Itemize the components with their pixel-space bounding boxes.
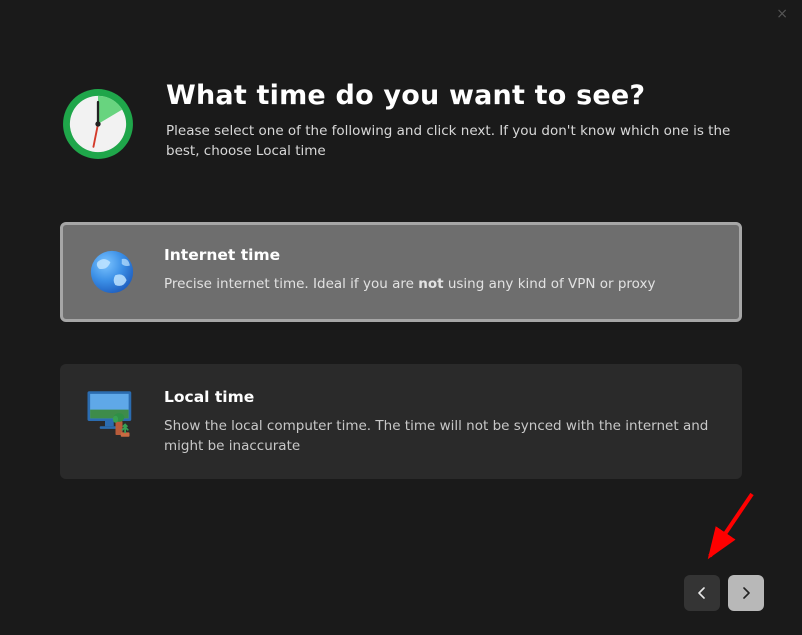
close-button[interactable]: × [776, 6, 788, 22]
wizard-page: What time do you want to see? Please sel… [0, 0, 802, 479]
option-internet-desc: Precise internet time. Ideal if you are … [164, 274, 718, 294]
nav-buttons [684, 575, 764, 611]
option-local-title: Local time [164, 388, 718, 406]
option-local-time[interactable]: Local time Show the local computer time.… [60, 364, 742, 479]
option-internet-time[interactable]: Internet time Precise internet time. Ide… [60, 222, 742, 322]
page-subtitle: Please select one of the following and c… [166, 121, 742, 162]
option-internet-title: Internet time [164, 246, 718, 264]
option-local-text: Local time Show the local computer time.… [164, 386, 718, 457]
next-button[interactable] [728, 575, 764, 611]
header: What time do you want to see? Please sel… [60, 80, 742, 162]
globe-icon [84, 244, 140, 300]
back-button[interactable] [684, 575, 720, 611]
annotation-arrow-icon [674, 490, 764, 580]
option-local-desc: Show the local computer time. The time w… [164, 416, 718, 457]
clock-icon [60, 86, 136, 162]
chevron-right-icon [740, 587, 752, 599]
monitor-icon [84, 386, 140, 442]
page-title: What time do you want to see? [166, 80, 742, 111]
header-text: What time do you want to see? Please sel… [166, 80, 742, 162]
options-list: Internet time Precise internet time. Ide… [60, 222, 742, 479]
option-internet-text: Internet time Precise internet time. Ide… [164, 244, 718, 294]
chevron-left-icon [696, 587, 708, 599]
